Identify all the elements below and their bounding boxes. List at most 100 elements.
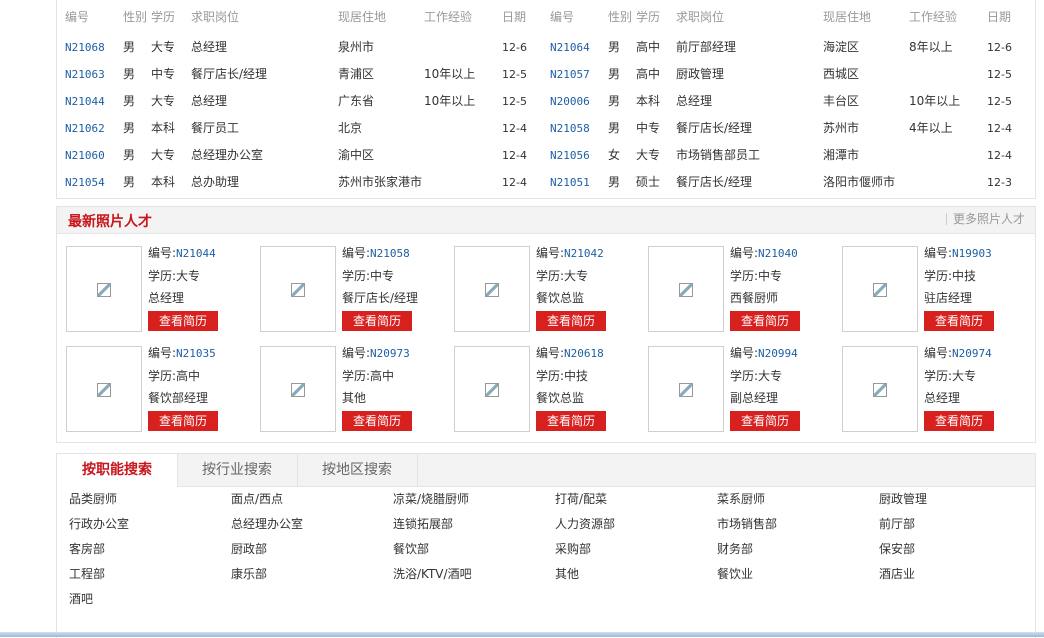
category-link[interactable]: 人力资源部 — [555, 515, 615, 532]
table-cell[interactable]: 餐厅店长/经理 — [676, 115, 752, 142]
category-link[interactable]: 连锁拓展部 — [393, 515, 453, 532]
candidate-job: 餐饮总监 — [536, 391, 585, 405]
candidate-number-link[interactable]: N20973 — [370, 347, 410, 360]
table-row[interactable]: N21062 男 本科 餐厅员工 北京 12-4 — [65, 115, 551, 142]
table-row[interactable]: N21051 男 硕士 餐厅店长/经理 洛阳市偃师市 12-3 — [550, 169, 1036, 196]
category-link[interactable]: 总经理办公室 — [231, 515, 303, 532]
candidate-photo[interactable] — [648, 346, 724, 432]
table-cell: 男 — [123, 148, 136, 162]
resume-id-link[interactable]: N21057 — [550, 61, 590, 88]
category-link[interactable]: 财务部 — [717, 540, 753, 557]
view-resume-button[interactable]: 查看简历 — [536, 411, 606, 431]
view-resume-button[interactable]: 查看简历 — [148, 411, 218, 431]
category-link[interactable]: 酒吧 — [69, 590, 93, 607]
table-row[interactable]: N21044 男 大专 总经理 广东省 10年以上 12-5 — [65, 88, 551, 115]
table-row[interactable]: N21064 男 高中 前厅部经理 海淀区 8年以上 12-6 — [550, 34, 1036, 61]
category-link[interactable]: 其他 — [555, 565, 579, 582]
resume-id-link[interactable]: N21063 — [65, 61, 105, 88]
category-link[interactable]: 品类厨师 — [69, 490, 117, 507]
resume-id-link[interactable]: N21058 — [550, 115, 590, 142]
category-link[interactable]: 保安部 — [879, 540, 915, 557]
table-cell[interactable]: 前厅部经理 — [676, 34, 736, 61]
candidate-photo[interactable] — [66, 346, 142, 432]
table-row[interactable]: N21058 男 中专 餐厅店长/经理 苏州市 4年以上 12-4 — [550, 115, 1036, 142]
category-link[interactable]: 酒店业 — [879, 565, 915, 582]
table-row[interactable]: N21068 男 大专 总经理 泉州市 12-6 — [65, 34, 551, 61]
table-cell[interactable]: 总经理 — [191, 88, 227, 115]
candidate-number-link[interactable]: N20994 — [758, 347, 798, 360]
table-row[interactable]: N21056 女 大专 市场销售部员工 湘潭市 12-4 — [550, 142, 1036, 169]
category-link[interactable]: 采购部 — [555, 540, 591, 557]
view-resume-button[interactable]: 查看简历 — [536, 311, 606, 331]
resume-id-link[interactable]: N21054 — [65, 169, 105, 196]
candidate-number-link[interactable]: N21042 — [564, 247, 604, 260]
candidate-info: 编号:N21040 学历:中专 西餐厨师 — [730, 242, 798, 309]
category-link[interactable]: 餐饮业 — [717, 565, 753, 582]
category-link[interactable]: 市场销售部 — [717, 515, 777, 532]
category-link[interactable]: 洗浴/KTV/酒吧 — [393, 565, 472, 582]
category-link[interactable]: 打荷/配菜 — [555, 490, 607, 507]
table-cell[interactable]: 市场销售部员工 — [676, 142, 760, 169]
candidate-number-link[interactable]: N20618 — [564, 347, 604, 360]
table-row[interactable]: N21060 男 大专 总经理办公室 渝中区 12-4 — [65, 142, 551, 169]
category-link[interactable]: 行政办公室 — [69, 515, 129, 532]
table-cell[interactable]: 餐厅店长/经理 — [191, 61, 267, 88]
table-cell[interactable]: 总经理办公室 — [191, 142, 263, 169]
tab-industry-search[interactable]: 按行业搜索 — [177, 454, 298, 486]
category-link[interactable]: 菜系厨师 — [717, 490, 765, 507]
photo-card: 编号:N20994 学历:大专 副总经理 查看简历 — [639, 340, 829, 432]
candidate-number-link[interactable]: N21044 — [176, 247, 216, 260]
table-row[interactable]: N21063 男 中专 餐厅店长/经理 青浦区 10年以上 12-5 — [65, 61, 551, 88]
table-cell: 青浦区 — [338, 67, 375, 81]
candidate-photo[interactable] — [66, 246, 142, 332]
category-link[interactable]: 客房部 — [69, 540, 105, 557]
table-cell[interactable]: 总经理 — [191, 34, 227, 61]
table-row[interactable]: N21054 男 本科 总办助理 苏州市张家港市 12-4 — [65, 169, 551, 196]
category-link[interactable]: 厨政部 — [231, 540, 267, 557]
resume-id-link[interactable]: N21051 — [550, 169, 590, 196]
candidate-number-link[interactable]: N19903 — [952, 247, 992, 260]
candidate-photo[interactable] — [260, 246, 336, 332]
category-link[interactable]: 面点/西点 — [231, 490, 283, 507]
table-cell[interactable]: 餐厅员工 — [191, 115, 239, 142]
view-resume-button[interactable]: 查看简历 — [924, 311, 994, 331]
table-cell[interactable]: 厨政管理 — [676, 61, 724, 88]
view-resume-button[interactable]: 查看简历 — [924, 411, 994, 431]
category-link[interactable]: 工程部 — [69, 565, 105, 582]
resume-id-link[interactable]: N21060 — [65, 142, 105, 169]
candidate-photo[interactable] — [842, 246, 918, 332]
tab-region-search[interactable]: 按地区搜索 — [297, 454, 418, 486]
view-resume-button[interactable]: 查看简历 — [148, 311, 218, 331]
table-row[interactable]: N20006 男 本科 总经理 丰台区 10年以上 12-5 — [550, 88, 1036, 115]
category-link[interactable]: 前厅部 — [879, 515, 915, 532]
candidate-photo[interactable] — [260, 346, 336, 432]
category-link[interactable]: 凉菜/烧腊厨师 — [393, 490, 469, 507]
resume-id-link[interactable]: N21068 — [65, 34, 105, 61]
candidate-photo[interactable] — [842, 346, 918, 432]
table-cell[interactable]: 总经理 — [676, 88, 712, 115]
resume-id-link[interactable]: N20006 — [550, 88, 590, 115]
resume-id-link[interactable]: N21044 — [65, 88, 105, 115]
table-cell[interactable]: 餐厅店长/经理 — [676, 169, 752, 196]
tab-function-search[interactable]: 按职能搜索 — [57, 454, 178, 487]
candidate-number-link[interactable]: N20974 — [952, 347, 992, 360]
more-photo-talents-link[interactable]: 更多照片人才 — [945, 213, 1025, 225]
category-link[interactable]: 餐饮部 — [393, 540, 429, 557]
view-resume-button[interactable]: 查看简历 — [342, 311, 412, 331]
candidate-number-link[interactable]: N21058 — [370, 247, 410, 260]
candidate-photo[interactable] — [454, 346, 530, 432]
resume-id-link[interactable]: N21064 — [550, 34, 590, 61]
candidate-number-link[interactable]: N21035 — [176, 347, 216, 360]
category-link[interactable]: 康乐部 — [231, 565, 267, 582]
resume-id-link[interactable]: N21056 — [550, 142, 590, 169]
view-resume-button[interactable]: 查看简历 — [342, 411, 412, 431]
view-resume-button[interactable]: 查看简历 — [730, 311, 800, 331]
resume-id-link[interactable]: N21062 — [65, 115, 105, 142]
table-row[interactable]: N21057 男 高中 厨政管理 西城区 12-5 — [550, 61, 1036, 88]
table-cell[interactable]: 总办助理 — [191, 169, 239, 196]
candidate-photo[interactable] — [454, 246, 530, 332]
view-resume-button[interactable]: 查看简历 — [730, 411, 800, 431]
category-link[interactable]: 厨政管理 — [879, 490, 927, 507]
candidate-number-link[interactable]: N21040 — [758, 247, 798, 260]
candidate-photo[interactable] — [648, 246, 724, 332]
